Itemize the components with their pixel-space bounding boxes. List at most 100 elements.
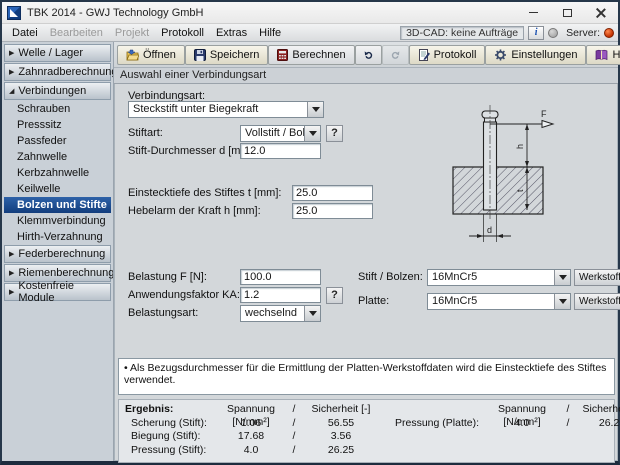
- minimize-button[interactable]: [516, 2, 550, 23]
- col-header-sicherheit: Sicherheit [-]: [311, 403, 371, 415]
- save-button[interactable]: Speichern: [184, 44, 269, 65]
- chevron-down-icon[interactable]: [307, 102, 323, 117]
- app-logo-icon: [7, 5, 21, 20]
- platte-werkstoff-dropdown[interactable]: 16MnCr5: [427, 293, 571, 310]
- einstecktiefe-label: Einstecktiefe des Stiftes t [mm]:: [128, 187, 282, 199]
- result-row-scherung-stift: Scherung (Stift): 1.06 / 56.55: [131, 416, 355, 429]
- belastung-input[interactable]: [240, 269, 321, 285]
- redo-icon: [391, 51, 399, 59]
- force-arrow-icon: [541, 119, 555, 129]
- sidebar-item-keilwelle[interactable]: Keilwelle: [4, 181, 111, 197]
- protocol-button[interactable]: Protokoll: [408, 44, 486, 65]
- app-window: TBK 2014 - GWJ Technology GmbH Datei Bea…: [0, 0, 620, 465]
- stift-werkstoff-button[interactable]: Werkstoff: [574, 269, 620, 286]
- durchmesser-input[interactable]: [240, 143, 321, 159]
- force-label: F: [541, 109, 547, 119]
- undo-icon: [364, 51, 372, 59]
- belastungsart-dropdown[interactable]: wechselnd: [240, 305, 321, 322]
- belastung-label: Belastung F [N]:: [128, 271, 207, 283]
- menu-projekt: Projekt: [114, 26, 150, 39]
- durchmesser-label: Stift-Durchmesser d [mm]:: [128, 145, 256, 157]
- stiftart-label: Stiftart:: [128, 127, 163, 139]
- note-box: • Als Bezugsdurchmesser für die Ermittlu…: [118, 358, 615, 395]
- save-disk-icon: [193, 48, 206, 61]
- calculator-icon: [277, 48, 289, 61]
- stiftart-help-button[interactable]: ?: [326, 125, 343, 142]
- sidebar-group-zahnradberechnung[interactable]: ▶ Zahnradberechnung: [4, 63, 113, 81]
- results-title: Ergebnis:: [125, 403, 174, 415]
- result-row-biegung-stift: Biegung (Stift): 17.68 / 3.56: [131, 430, 352, 442]
- help-book-icon: [596, 49, 608, 60]
- undo-button[interactable]: [354, 44, 382, 65]
- platte-werkstoff-label: Platte:: [358, 295, 390, 307]
- maximize-button[interactable]: [550, 2, 584, 23]
- col-header-spannung: Spannung [N/mm²]: [498, 403, 546, 428]
- col-header-sicherheit: Sicherheit [-]: [582, 403, 620, 415]
- result-row-pressung-stift: Pressung (Stift): 4.0 / 26.25: [131, 443, 355, 456]
- window-title: TBK 2014 - GWJ Technology GmbH: [27, 6, 204, 19]
- stiftart-dropdown[interactable]: Vollstift / Bolzen: [240, 125, 321, 142]
- anwendungsfaktor-help-button[interactable]: ?: [326, 287, 343, 304]
- toolbar: Öffnen Speichern Berechnen Protokoll Ein…: [114, 42, 620, 68]
- menu-bearbeiten: Bearbeiten: [49, 26, 103, 39]
- sidebar-item-klemmverbindung[interactable]: Klemmverbindung: [4, 213, 111, 229]
- sidebar-navigation: ▶ Welle / Lager ▶ Zahnradberechnung ◢ Ve…: [2, 42, 114, 461]
- sidebar-group-kostenfreie-module[interactable]: ▶ Kostenfreie Module: [4, 280, 111, 304]
- calculate-button[interactable]: Berechnen: [268, 44, 355, 65]
- chevron-right-icon: ▶: [9, 288, 15, 296]
- plate-hatched: [452, 166, 544, 215]
- verbindungsart-dropdown[interactable]: Steckstift unter Biegekraft: [128, 101, 324, 118]
- anwendungsfaktor-label: Anwendungsfaktor KA:: [128, 289, 240, 301]
- chevron-right-icon: ▶: [9, 49, 15, 57]
- minimize-icon: [528, 12, 538, 13]
- close-icon: [596, 8, 606, 18]
- sidebar-group-verbindungen[interactable]: ◢ Verbindungen: [4, 82, 111, 100]
- menu-hilfe[interactable]: Hilfe: [253, 26, 287, 40]
- cad-status-box: 3D-CAD: keine Aufträge: [400, 25, 525, 40]
- sidebar-group-federberechnung[interactable]: ▶ Federberechnung: [4, 245, 111, 263]
- gear-icon: [495, 49, 507, 60]
- sidebar-item-zahnwelle[interactable]: Zahnwelle: [4, 149, 111, 165]
- server-label: Server:: [566, 26, 600, 39]
- server-status-led: [604, 27, 614, 38]
- hebelarm-input[interactable]: [292, 203, 373, 219]
- hebelarm-label: Hebelarm der Kraft h [mm]:: [128, 205, 261, 217]
- stift-werkstoff-dropdown[interactable]: 16MnCr5: [427, 269, 571, 286]
- anwendungsfaktor-input[interactable]: [240, 287, 321, 303]
- settings-button[interactable]: Einstellungen: [485, 44, 587, 65]
- redo-button: [381, 44, 409, 65]
- close-button[interactable]: [584, 2, 618, 23]
- sidebar-item-schrauben[interactable]: Schrauben: [4, 101, 111, 117]
- menu-bar: Datei Bearbeiten Projekt Protokoll Extra…: [2, 24, 618, 42]
- form-panel: Verbindungsart: Steckstift unter Biegekr…: [114, 84, 620, 463]
- menu-datei[interactable]: Datei: [6, 26, 44, 40]
- open-button[interactable]: Öffnen: [117, 44, 185, 65]
- help-button[interactable]: Hilfe: [586, 44, 620, 65]
- chevron-down-icon[interactable]: [554, 270, 570, 285]
- chevron-down-icon[interactable]: [554, 294, 570, 309]
- results-right-table: Spannung [N/mm²] / Sicherheit [-] Pressu…: [381, 403, 620, 457]
- maximize-icon: [562, 8, 572, 17]
- pin-connection-diagram: F h t d: [452, 105, 555, 242]
- cad-status-led: [548, 27, 559, 38]
- sidebar-item-hirth-verzahnung[interactable]: Hirth-Verzahnung: [4, 229, 111, 245]
- chevron-down-icon[interactable]: [304, 126, 320, 141]
- section-title: Auswahl einer Verbindungsart: [114, 68, 618, 84]
- chevron-down-icon[interactable]: [304, 306, 320, 321]
- chevron-right-icon: ▶: [9, 269, 15, 277]
- sidebar-item-presssitz[interactable]: Presssitz: [4, 117, 111, 133]
- sidebar-item-bolzen-und-stifte[interactable]: Bolzen und Stifte: [4, 197, 111, 213]
- einstecktiefe-input[interactable]: [292, 185, 373, 201]
- results-panel: Ergebnis: Spannung [N/mm²] / Sicherheit …: [118, 399, 620, 463]
- title-bar: TBK 2014 - GWJ Technology GmbH: [2, 2, 618, 24]
- chevron-right-icon: ▶: [9, 68, 15, 76]
- info-button[interactable]: i: [528, 25, 545, 40]
- menu-extras[interactable]: Extras: [210, 26, 253, 40]
- sidebar-item-kerbzahnwelle[interactable]: Kerbzahnwelle: [4, 165, 111, 181]
- menu-protokoll[interactable]: Protokoll: [155, 26, 210, 40]
- sidebar-group-welle-lager[interactable]: ▶ Welle / Lager: [4, 44, 111, 62]
- platte-werkstoff-button[interactable]: Werkstoff: [574, 293, 620, 310]
- sidebar-item-passfeder[interactable]: Passfeder: [4, 133, 111, 149]
- lever-arm-label: h: [515, 144, 525, 149]
- chevron-right-icon: ▶: [9, 250, 15, 258]
